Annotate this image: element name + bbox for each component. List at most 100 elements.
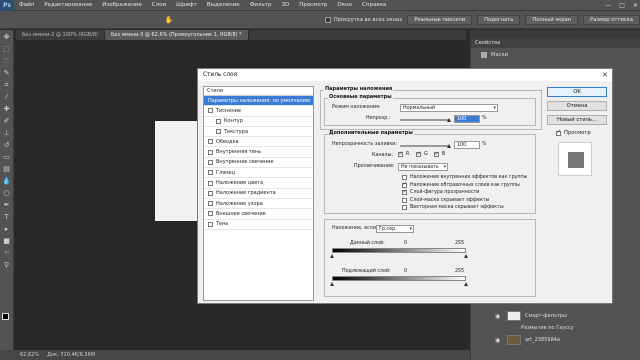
style-checkbox[interactable] xyxy=(208,159,213,165)
menu-item[interactable]: Выделение xyxy=(202,2,245,8)
stamp-tool-icon[interactable]: ⊥ xyxy=(2,128,12,138)
fill-slider-track[interactable] xyxy=(400,145,450,147)
scroll-all-checkbox[interactable] xyxy=(324,16,331,23)
styles-header[interactable]: Стили xyxy=(204,87,313,96)
shape-tool-icon[interactable]: ■ xyxy=(2,236,12,246)
healing-tool-icon[interactable]: ✚ xyxy=(2,104,12,114)
channel-b-checkbox[interactable]: B xyxy=(434,151,445,157)
preview-box[interactable] xyxy=(556,129,561,136)
actual-pixels-button[interactable]: Реальные пиксели xyxy=(407,14,473,25)
blur-tool-icon[interactable]: 💧 xyxy=(2,176,12,186)
style-list-item[interactable]: Параметры наложения: по умолчанию xyxy=(204,96,313,107)
checkbox-box[interactable] xyxy=(402,181,407,188)
menu-item[interactable]: Слои xyxy=(147,2,171,8)
this-layer-black-handle[interactable] xyxy=(330,254,334,258)
lasso-tool-icon[interactable]: ➰ xyxy=(2,56,12,66)
opacity-slider-track[interactable] xyxy=(400,119,450,121)
properties-panel-header[interactable]: Свойства xyxy=(471,38,640,48)
style-list-item[interactable]: Внутреннее свечение xyxy=(204,158,313,169)
style-list-item[interactable]: Обводка xyxy=(204,137,313,148)
menu-item[interactable]: Файл xyxy=(14,2,39,8)
type-tool-icon[interactable]: T xyxy=(2,212,12,222)
zoom-level[interactable]: 62,62% xyxy=(20,352,39,358)
underlying-gradient[interactable] xyxy=(332,276,466,281)
move-tool-icon[interactable]: ✥ xyxy=(2,32,12,42)
cancel-button[interactable]: Отмена xyxy=(547,101,607,111)
visibility-eye-icon[interactable]: ◉ xyxy=(495,313,503,320)
history-brush-icon[interactable]: ↺ xyxy=(2,140,12,150)
blend-if-select[interactable]: Гр.сер. xyxy=(376,225,414,233)
channel-r-checkbox[interactable]: R xyxy=(398,151,409,157)
path-select-tool-icon[interactable]: ▸ xyxy=(2,224,12,234)
channel-b-box[interactable] xyxy=(434,151,439,157)
channel-g-checkbox[interactable]: G xyxy=(416,151,428,157)
hand-tool-icon[interactable]: ✋ xyxy=(164,15,174,25)
layer-row[interactable]: ◉ art_2385984a xyxy=(491,334,640,346)
ok-button[interactable]: OK xyxy=(547,87,607,97)
this-layer-white-handle[interactable] xyxy=(464,254,468,258)
visibility-eye-icon[interactable]: ◉ xyxy=(495,337,503,344)
style-checkbox[interactable] xyxy=(208,180,213,186)
style-list-item[interactable]: Контур xyxy=(204,117,313,127)
brush-tool-icon[interactable]: ✐ xyxy=(2,116,12,126)
underlying-white-handle[interactable] xyxy=(464,282,468,286)
style-list-item[interactable]: Наложение градиента xyxy=(204,189,313,199)
style-checkbox[interactable] xyxy=(208,221,213,227)
channel-r-box[interactable] xyxy=(398,151,403,157)
checkbox-box[interactable] xyxy=(402,197,407,203)
menu-item[interactable]: Изображение xyxy=(97,2,147,8)
dodge-tool-icon[interactable]: ○ xyxy=(2,188,12,198)
minimize-icon[interactable]: — xyxy=(605,2,611,9)
tab-document-3[interactable]: Без имени-3 @ 62,6% (Прямоугольник 1, RG… xyxy=(104,30,249,40)
opacity-input[interactable]: 100 xyxy=(454,115,480,123)
fill-opacity-input[interactable]: 100 xyxy=(454,141,480,149)
this-layer-gradient[interactable] xyxy=(332,248,466,253)
style-list-item[interactable]: Тиснение xyxy=(204,106,313,117)
advanced-option-checkbox[interactable]: Наложение обтравочных слоев как группы xyxy=(402,181,520,188)
menu-item[interactable]: Шрифт xyxy=(171,2,202,8)
fill-slider-handle[interactable] xyxy=(447,144,451,148)
fill-screen-button[interactable]: Полный экран xyxy=(525,14,579,25)
menu-item[interactable]: Редактирование xyxy=(39,2,97,8)
advanced-option-checkbox[interactable]: Слой-маска скрывает эффекты xyxy=(402,197,489,203)
pen-tool-icon[interactable]: ✒ xyxy=(2,200,12,210)
channel-g-box[interactable] xyxy=(416,151,421,157)
blend-mode-select[interactable]: Нормальный xyxy=(400,104,498,112)
checkbox-box[interactable] xyxy=(402,205,407,210)
style-checkbox[interactable] xyxy=(208,139,213,145)
style-checkbox[interactable] xyxy=(216,129,221,135)
knockout-select[interactable]: Не показывать xyxy=(398,163,448,171)
zoom-tool-icon[interactable]: ⚲ xyxy=(2,260,12,270)
style-list-item[interactable]: Внешнее свечение xyxy=(204,209,313,220)
style-list-item[interactable]: Наложение цвета xyxy=(204,178,313,189)
style-checkbox[interactable] xyxy=(208,149,213,155)
quick-select-tool-icon[interactable]: ✎ xyxy=(2,68,12,78)
tab-document-2[interactable]: Без имени-2 @ 100% (RGB/8) xyxy=(16,30,105,40)
scroll-all-windows-option[interactable]: Прокрутка во всех окнах xyxy=(324,16,402,23)
style-list-item[interactable]: Текстура xyxy=(204,127,313,138)
style-list-item[interactable]: Тень xyxy=(204,220,313,230)
menu-item[interactable]: Справка xyxy=(357,2,391,8)
style-list-item[interactable]: Внутренняя тень xyxy=(204,147,313,158)
style-list-item[interactable]: Глянец xyxy=(204,168,313,179)
style-checkbox[interactable] xyxy=(208,201,213,207)
checkbox-box[interactable] xyxy=(402,175,407,180)
style-list-item[interactable]: Наложение узора xyxy=(204,199,313,210)
style-checkbox[interactable] xyxy=(208,170,213,176)
color-swatches[interactable] xyxy=(2,313,12,327)
menu-item[interactable]: Фильтр xyxy=(245,2,277,8)
preview-checkbox[interactable]: Просмотр xyxy=(556,129,591,136)
style-checkbox[interactable] xyxy=(208,211,213,217)
menu-item[interactable]: Просмотр xyxy=(294,2,332,8)
style-checkbox[interactable] xyxy=(208,108,213,114)
advanced-option-checkbox[interactable]: Векторная маска скрывает эффекты xyxy=(402,205,504,210)
eraser-tool-icon[interactable]: ▭ xyxy=(2,152,12,162)
marquee-tool-icon[interactable]: ⬚ xyxy=(2,44,12,54)
underlying-black-handle[interactable] xyxy=(330,282,334,286)
advanced-option-checkbox[interactable]: Слой-фигура прозрачности xyxy=(402,189,479,195)
fit-screen-button[interactable]: Подогнать xyxy=(477,14,521,25)
close-icon[interactable]: ✕ xyxy=(602,71,608,79)
new-style-button[interactable]: Новый стиль... xyxy=(547,115,607,125)
crop-tool-icon[interactable]: ⌗ xyxy=(2,80,12,90)
layer-row[interactable]: ◉ Смарт-фильтры xyxy=(491,310,640,322)
